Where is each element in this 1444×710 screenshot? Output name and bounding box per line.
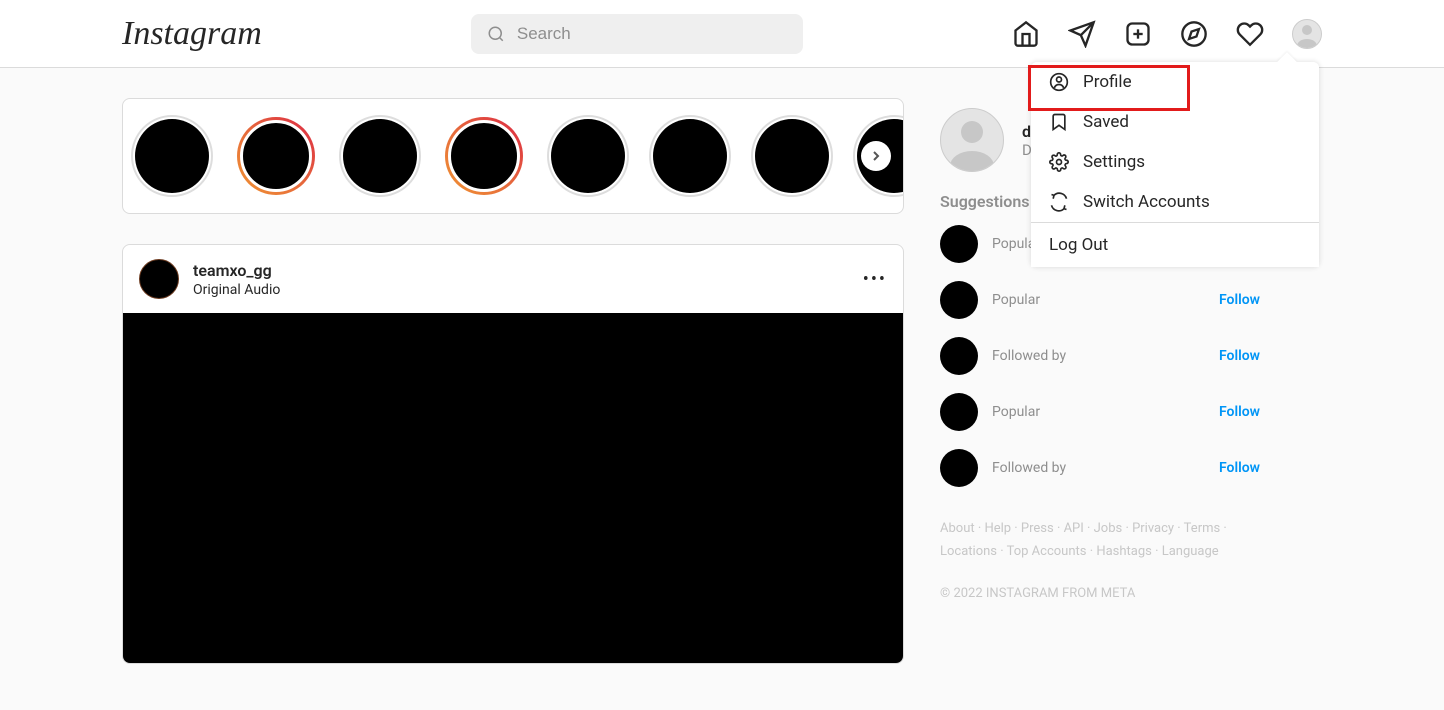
header: Instagram [0,0,1444,68]
story-item[interactable] [135,119,209,193]
suggestion-caption: Followed by [992,348,1219,364]
suggestion-row: Followed by Follow [940,449,1260,487]
suggestion-row: Popular Follow [940,393,1260,431]
story-item[interactable] [755,119,829,193]
dropdown-saved-label: Saved [1083,112,1129,132]
settings-icon [1049,152,1069,172]
search-box[interactable] [471,14,803,54]
follow-button[interactable]: Follow [1219,292,1260,308]
post-card: teamxo_gg Original Audio ••• [122,244,904,664]
profile-dropdown: Profile Saved Settings Switch Accounts L… [1031,62,1319,267]
post-header: teamxo_gg Original Audio ••• [123,245,903,313]
post-username[interactable]: teamxo_gg [193,261,863,280]
search-icon [487,25,505,43]
instagram-logo[interactable]: Instagram [122,15,262,53]
suggestion-avatar[interactable] [940,225,978,263]
post-audio-label[interactable]: Original Audio [193,282,863,298]
dropdown-item-profile[interactable]: Profile [1031,62,1319,102]
explore-icon[interactable] [1180,20,1208,48]
story-item[interactable] [551,119,625,193]
stories-next-button[interactable] [861,141,891,171]
suggestion-caption: Popular [992,292,1219,308]
post-media[interactable] [123,313,903,663]
stories-tray [122,98,904,214]
suggestion-row: Popular Follow [940,281,1260,319]
follow-button[interactable]: Follow [1219,460,1260,476]
profile-avatar-button[interactable] [1292,19,1322,49]
switch-icon [1049,192,1069,212]
story-item[interactable] [237,117,315,195]
follow-button[interactable]: Follow [1219,348,1260,364]
suggestion-row: Followed by Follow [940,337,1260,375]
story-item[interactable] [343,119,417,193]
search-input[interactable] [517,24,787,44]
footer-links[interactable]: About · Help · Press · API · Jobs · Priv… [940,517,1260,564]
dropdown-item-switch[interactable]: Switch Accounts [1031,182,1319,222]
dropdown-switch-label: Switch Accounts [1083,192,1210,212]
story-item[interactable] [653,119,727,193]
home-icon[interactable] [1012,20,1040,48]
suggestion-caption: Followed by [992,460,1219,476]
activity-icon[interactable] [1236,20,1264,48]
dropdown-item-logout[interactable]: Log Out [1031,223,1319,267]
profile-icon [1049,72,1069,92]
messages-icon[interactable] [1068,20,1096,48]
chevron-right-icon [868,148,884,164]
feed-column: teamxo_gg Original Audio ••• [122,98,904,664]
suggestion-avatar[interactable] [940,281,978,319]
suggestion-caption: Popular [992,404,1219,420]
dropdown-logout-label: Log Out [1049,235,1108,255]
post-more-button[interactable]: ••• [863,269,887,290]
post-avatar[interactable] [139,259,179,299]
suggestion-avatar[interactable] [940,449,978,487]
dropdown-profile-label: Profile [1083,72,1132,92]
new-post-icon[interactable] [1124,20,1152,48]
nav-icons [1012,19,1322,49]
suggestion-avatar[interactable] [940,337,978,375]
dropdown-item-settings[interactable]: Settings [1031,142,1319,182]
dropdown-settings-label: Settings [1083,152,1145,172]
copyright: © 2022 INSTAGRAM FROM META [940,586,1260,601]
current-user-avatar[interactable] [940,108,1004,172]
story-item[interactable] [445,117,523,195]
dropdown-item-saved[interactable]: Saved [1031,102,1319,142]
suggestion-avatar[interactable] [940,393,978,431]
follow-button[interactable]: Follow [1219,404,1260,420]
saved-icon [1049,112,1069,132]
